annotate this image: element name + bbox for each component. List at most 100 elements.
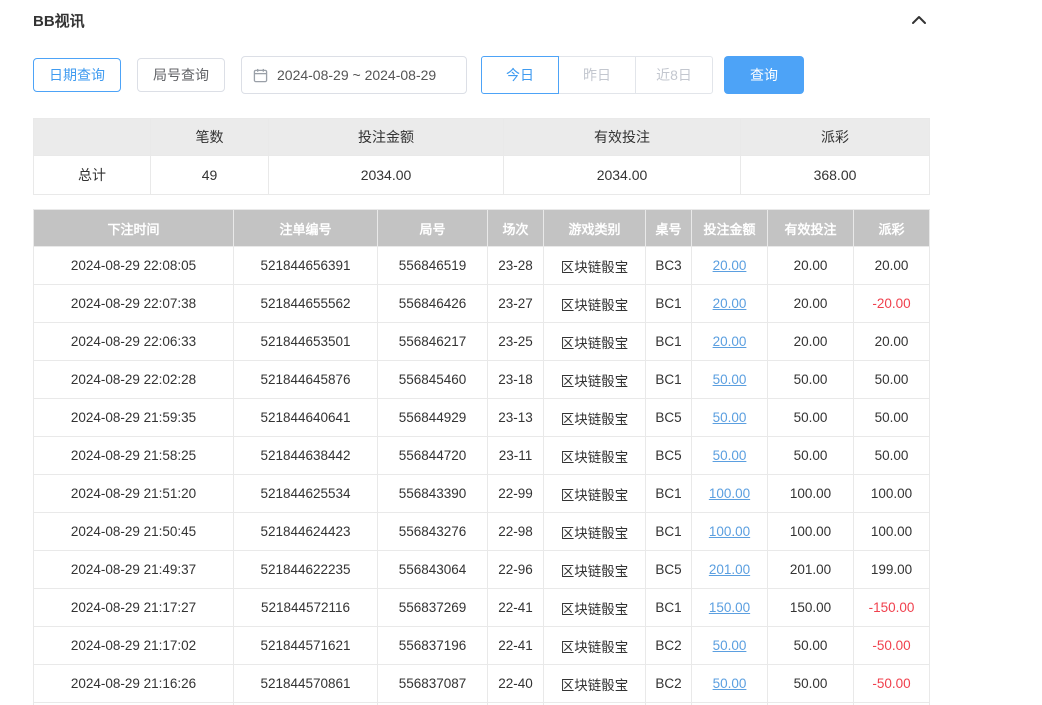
table-row: 2024-08-29 22:02:28521844645876556845460…: [34, 361, 930, 399]
table-row: 2024-08-29 21:16:26521844570861556837087…: [34, 665, 930, 703]
cell-round-id: 556837269: [378, 589, 488, 627]
bet-amount-link[interactable]: 50.00: [713, 638, 747, 653]
table-row: 2024-08-29 21:17:02521844571621556837196…: [34, 627, 930, 665]
cell-valid-bet: 50.00: [768, 361, 854, 399]
cell-game-type: 区块链骰宝: [544, 475, 646, 513]
cell-round-id: 556844720: [378, 437, 488, 475]
cell-game-type: 区块链骰宝: [544, 437, 646, 475]
panel-header: BB视讯: [33, 8, 929, 32]
col-header-round-id: 局号: [378, 210, 488, 247]
calendar-icon: [253, 68, 268, 83]
cell-game-type: 区块链骰宝: [544, 513, 646, 551]
summary-total-label: 总计: [34, 156, 151, 195]
cell-game-type: 区块链骰宝: [544, 285, 646, 323]
cell-payout: -150.00: [854, 589, 930, 627]
filter-bar: 日期查询 局号查询 2024-08-29 ~ 2024-08-29 今日 昨日 …: [33, 56, 962, 94]
bet-amount-link[interactable]: 20.00: [713, 334, 747, 349]
bet-amount-link[interactable]: 50.00: [713, 410, 747, 425]
search-button[interactable]: 查询: [724, 56, 804, 94]
cell-bet-time: 2024-08-29 21:17:02: [34, 627, 234, 665]
cell-order-id: 521844625534: [234, 475, 378, 513]
cell-payout: 50.00: [854, 361, 930, 399]
cell-bet-amount: 50.00: [692, 665, 768, 703]
bet-amount-link[interactable]: 100.00: [709, 486, 750, 501]
cell-table-no: BC5: [646, 437, 692, 475]
cell-session: 23-11: [488, 437, 544, 475]
cell-bet-amount: 100.00: [692, 475, 768, 513]
cell-payout: 199.00: [854, 551, 930, 589]
cell-round-id: 556846519: [378, 247, 488, 285]
cell-session: 22-41: [488, 589, 544, 627]
quick-date-group: 今日 昨日 近8日: [481, 56, 713, 94]
cell-bet-amount: 50.00: [692, 437, 768, 475]
cell-payout: 100.00: [854, 475, 930, 513]
bet-amount-link[interactable]: 100.00: [709, 524, 750, 539]
bet-amount-link[interactable]: 20.00: [713, 296, 747, 311]
bet-records-table: 下注时间 注单编号 局号 场次 游戏类别 桌号 投注金额 有效投注 派彩 202…: [33, 209, 930, 705]
summary-total-row: 总计 49 2034.00 2034.00 368.00: [34, 156, 930, 195]
bet-amount-link[interactable]: 20.00: [713, 258, 747, 273]
bet-amount-link[interactable]: 50.00: [713, 372, 747, 387]
col-header-bet-amount: 投注金额: [692, 210, 768, 247]
cell-game-type: 区块链骰宝: [544, 399, 646, 437]
cell-valid-bet: 100.00: [768, 475, 854, 513]
cell-table-no: BC1: [646, 513, 692, 551]
cell-valid-bet: 20.00: [768, 323, 854, 361]
cell-session: 22-99: [488, 475, 544, 513]
cell-valid-bet: 50.00: [768, 665, 854, 703]
table-row: 2024-08-29 21:17:27521844572116556837269…: [34, 589, 930, 627]
cell-session: 22-96: [488, 551, 544, 589]
table-row: 2024-08-29 21:49:37521844622235556843064…: [34, 551, 930, 589]
cell-session: 23-13: [488, 399, 544, 437]
tab-date-query[interactable]: 日期查询: [33, 58, 121, 92]
summary-header-bet-amount: 投注金额: [269, 119, 504, 156]
table-row: 2024-08-29 21:58:25521844638442556844720…: [34, 437, 930, 475]
bet-table-header-row: 下注时间 注单编号 局号 场次 游戏类别 桌号 投注金额 有效投注 派彩: [34, 210, 930, 247]
cell-bet-time: 2024-08-29 21:58:25: [34, 437, 234, 475]
bet-amount-link[interactable]: 150.00: [709, 600, 750, 615]
quick-btn-today[interactable]: 今日: [481, 56, 559, 94]
summary-header-row: 笔数 投注金额 有效投注 派彩: [34, 119, 930, 156]
cell-bet-time: 2024-08-29 22:07:38: [34, 285, 234, 323]
quick-btn-yesterday[interactable]: 昨日: [558, 56, 636, 94]
date-range-value: 2024-08-29 ~ 2024-08-29: [277, 67, 436, 83]
cell-order-id: 521844622235: [234, 551, 378, 589]
cell-game-type: 区块链骰宝: [544, 665, 646, 703]
cell-table-no: BC5: [646, 551, 692, 589]
cell-table-no: BC5: [646, 399, 692, 437]
bet-amount-link[interactable]: 201.00: [709, 562, 750, 577]
col-header-game-type: 游戏类别: [544, 210, 646, 247]
cell-session: 23-25: [488, 323, 544, 361]
cell-table-no: BC1: [646, 285, 692, 323]
cell-valid-bet: 50.00: [768, 437, 854, 475]
chevron-up-icon: [911, 14, 927, 26]
cell-bet-amount: 50.00: [692, 627, 768, 665]
cell-valid-bet: 50.00: [768, 399, 854, 437]
cell-bet-time: 2024-08-29 21:51:20: [34, 475, 234, 513]
cell-valid-bet: 150.00: [768, 589, 854, 627]
cell-round-id: 556843064: [378, 551, 488, 589]
page-title: BB视讯: [33, 10, 85, 31]
collapse-panel-button[interactable]: [909, 12, 929, 28]
cell-game-type: 区块链骰宝: [544, 551, 646, 589]
summary-total-count: 49: [151, 156, 269, 195]
quick-btn-last8days[interactable]: 近8日: [635, 56, 713, 94]
cell-bet-amount: 100.00: [692, 513, 768, 551]
col-header-table-no: 桌号: [646, 210, 692, 247]
bet-amount-link[interactable]: 50.00: [713, 448, 747, 463]
cell-session: 23-27: [488, 285, 544, 323]
cell-session: 22-41: [488, 627, 544, 665]
cell-order-id: 521844653501: [234, 323, 378, 361]
date-range-picker[interactable]: 2024-08-29 ~ 2024-08-29: [241, 56, 467, 94]
cell-table-no: BC1: [646, 589, 692, 627]
cell-bet-amount: 20.00: [692, 323, 768, 361]
cell-payout: 100.00: [854, 513, 930, 551]
cell-session: 23-28: [488, 247, 544, 285]
cell-table-no: BC1: [646, 323, 692, 361]
cell-payout: 50.00: [854, 399, 930, 437]
bet-amount-link[interactable]: 50.00: [713, 676, 747, 691]
cell-session: 22-40: [488, 665, 544, 703]
tab-round-query[interactable]: 局号查询: [137, 58, 225, 92]
cell-table-no: BC1: [646, 475, 692, 513]
cell-round-id: 556845460: [378, 361, 488, 399]
